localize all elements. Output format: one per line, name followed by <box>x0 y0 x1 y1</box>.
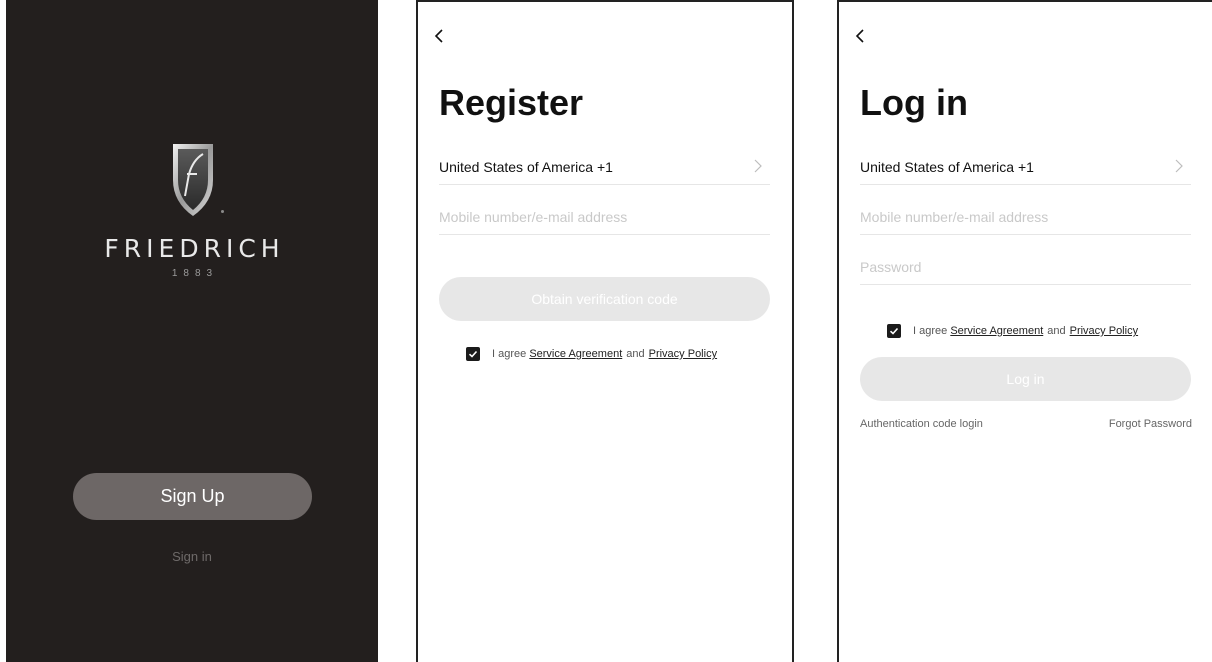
back-chevron-icon[interactable] <box>432 28 448 44</box>
authentication-code-login-link[interactable]: Authentication code login <box>860 418 983 430</box>
country-selector[interactable]: United States of America +1 <box>860 149 1191 185</box>
country-selector[interactable]: United States of America +1 <box>439 149 770 185</box>
splash-screen: FRIEDRICH 1883 Sign Up Sign in <box>6 0 378 662</box>
back-chevron-icon[interactable] <box>853 28 869 44</box>
agreement-row: I agree Service Agreement and Privacy Po… <box>466 347 717 361</box>
password-placeholder: Password <box>860 258 922 275</box>
agreement-row: I agree Service Agreement and Privacy Po… <box>887 324 1138 338</box>
account-input[interactable]: Mobile number/e-mail address <box>439 199 770 235</box>
checkmark-icon <box>468 350 478 358</box>
country-value: United States of America +1 <box>860 158 1034 175</box>
privacy-policy-link[interactable]: Privacy Policy <box>1070 325 1138 337</box>
page-title: Log in <box>860 82 968 123</box>
password-input[interactable]: Password <box>860 249 1191 285</box>
sign-up-button[interactable]: Sign Up <box>73 473 312 520</box>
friedrich-shield-logo-icon <box>173 144 213 216</box>
logo-registered-mark <box>221 210 224 213</box>
account-placeholder: Mobile number/e-mail address <box>860 208 1049 225</box>
register-screen: Register United States of America +1 Mob… <box>416 0 794 662</box>
chevron-right-icon <box>754 159 762 173</box>
agree-prefix: I agree <box>492 348 527 360</box>
account-input[interactable]: Mobile number/e-mail address <box>860 199 1191 235</box>
privacy-policy-link[interactable]: Privacy Policy <box>649 348 717 360</box>
agree-and: and <box>626 348 645 360</box>
chevron-right-icon <box>1175 159 1183 173</box>
account-placeholder: Mobile number/e-mail address <box>439 208 628 225</box>
agree-and: and <box>1047 325 1066 337</box>
agree-prefix: I agree <box>913 325 948 337</box>
page-title: Register <box>439 82 584 123</box>
country-value: United States of America +1 <box>439 158 613 175</box>
agree-checkbox[interactable] <box>466 347 480 361</box>
log-in-button[interactable]: Log in <box>860 357 1191 401</box>
brand-name: FRIEDRICH <box>104 234 285 263</box>
brand-year: 1883 <box>171 268 219 279</box>
forgot-password-link[interactable]: Forgot Password <box>1109 418 1192 430</box>
obtain-verification-code-button[interactable]: Obtain verification code <box>439 277 770 321</box>
service-agreement-link[interactable]: Service Agreement <box>950 325 1043 337</box>
login-screen: Log in United States of America +1 Mobil… <box>837 0 1212 662</box>
agree-checkbox[interactable] <box>887 324 901 338</box>
checkmark-icon <box>889 327 899 335</box>
service-agreement-link[interactable]: Service Agreement <box>529 348 622 360</box>
sign-in-link[interactable]: Sign in <box>6 549 378 564</box>
